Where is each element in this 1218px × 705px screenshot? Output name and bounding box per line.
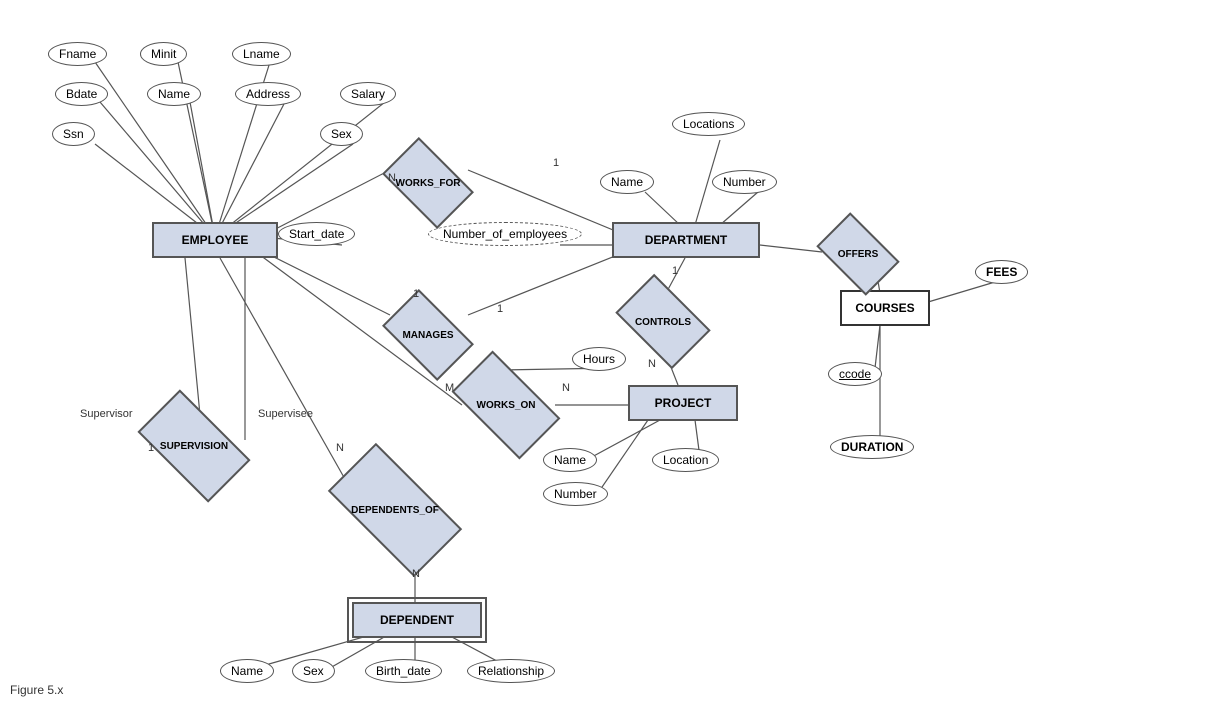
attr-name-dept: Name [600,170,654,194]
attr-fname: Fname [48,42,107,66]
entity-employee: EMPLOYEE [152,222,278,258]
card-1-works-for: 1 [553,157,559,169]
entity-dependent: DEPENDENT [352,602,482,638]
card-n-works-on: N [562,382,570,394]
attr-birth-date: Birth_date [365,659,442,683]
er-diagram: EMPLOYEE DEPARTMENT PROJECT DEPENDENT CO… [0,0,1218,705]
attr-minit: Minit [140,42,187,66]
card-n-works-for: N [388,172,396,184]
card-n-controls: N [648,358,656,370]
attr-lname: Lname [232,42,291,66]
card-m-works-on: M [445,382,454,394]
entity-project: PROJECT [628,385,738,421]
card-supervisee: Supervisee [258,408,313,420]
attr-num-employees: Number_of_employees [428,222,582,246]
attr-fees: FEES [975,260,1028,284]
attr-duration: DURATION [830,435,914,459]
attr-sex-emp: Sex [320,122,363,146]
card-n-dependents: N [412,568,420,580]
attr-name-emp: Name [147,82,201,106]
attr-name-proj: Name [543,448,597,472]
attr-number-dept: Number [712,170,777,194]
card-1-manages-emp: 1 [413,288,419,300]
card-1-manages-dept: 1 [497,303,503,315]
attr-address: Address [235,82,301,106]
card-1-supervision: 1 [148,442,154,454]
card-1-controls: 1 [672,265,678,277]
figure-caption: Figure 5.x [10,683,63,697]
entity-department: DEPARTMENT [612,222,760,258]
attr-location-proj: Location [652,448,719,472]
attr-ssn: Ssn [52,122,95,146]
card-supervisor: Supervisor [80,408,133,420]
attr-name-dep: Name [220,659,274,683]
attr-bdate: Bdate [55,82,108,106]
entity-courses: COURSES [840,290,930,326]
attr-relationship: Relationship [467,659,555,683]
attr-locations: Locations [672,112,745,136]
card-n-supervision: N [336,442,344,454]
attr-start-date: Start_date [278,222,355,246]
attr-ccode: ccode [828,362,882,386]
attr-number-proj: Number [543,482,608,506]
attr-salary: Salary [340,82,396,106]
attr-sex-dep: Sex [292,659,335,683]
